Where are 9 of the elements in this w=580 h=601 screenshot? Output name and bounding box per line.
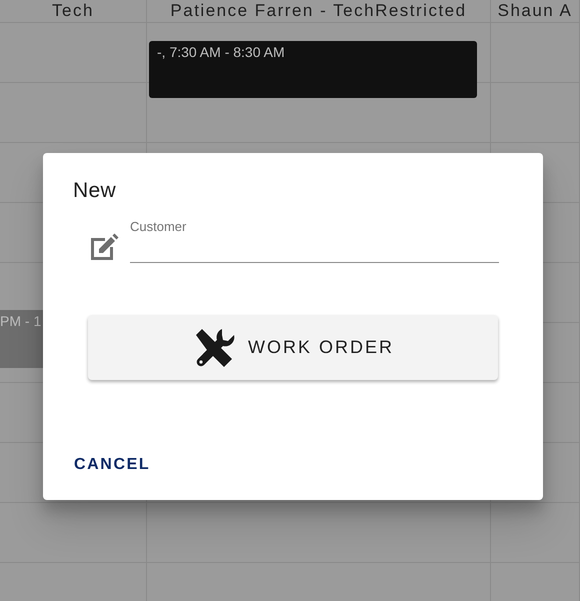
edit-icon [88, 233, 120, 263]
column-header: Tech [52, 2, 94, 19]
cancel-button[interactable]: CANCEL [73, 452, 152, 478]
dialog-title: New [73, 179, 117, 203]
customer-field[interactable]: Customer [130, 219, 499, 263]
work-order-button[interactable]: WORK ORDER [88, 315, 498, 380]
column-header: Shaun A [498, 2, 572, 19]
calendar-event[interactable]: -, 7:30 AM - 8:30 AM [149, 41, 477, 98]
column-header: Patience Farren - TechRestricted [170, 2, 467, 19]
